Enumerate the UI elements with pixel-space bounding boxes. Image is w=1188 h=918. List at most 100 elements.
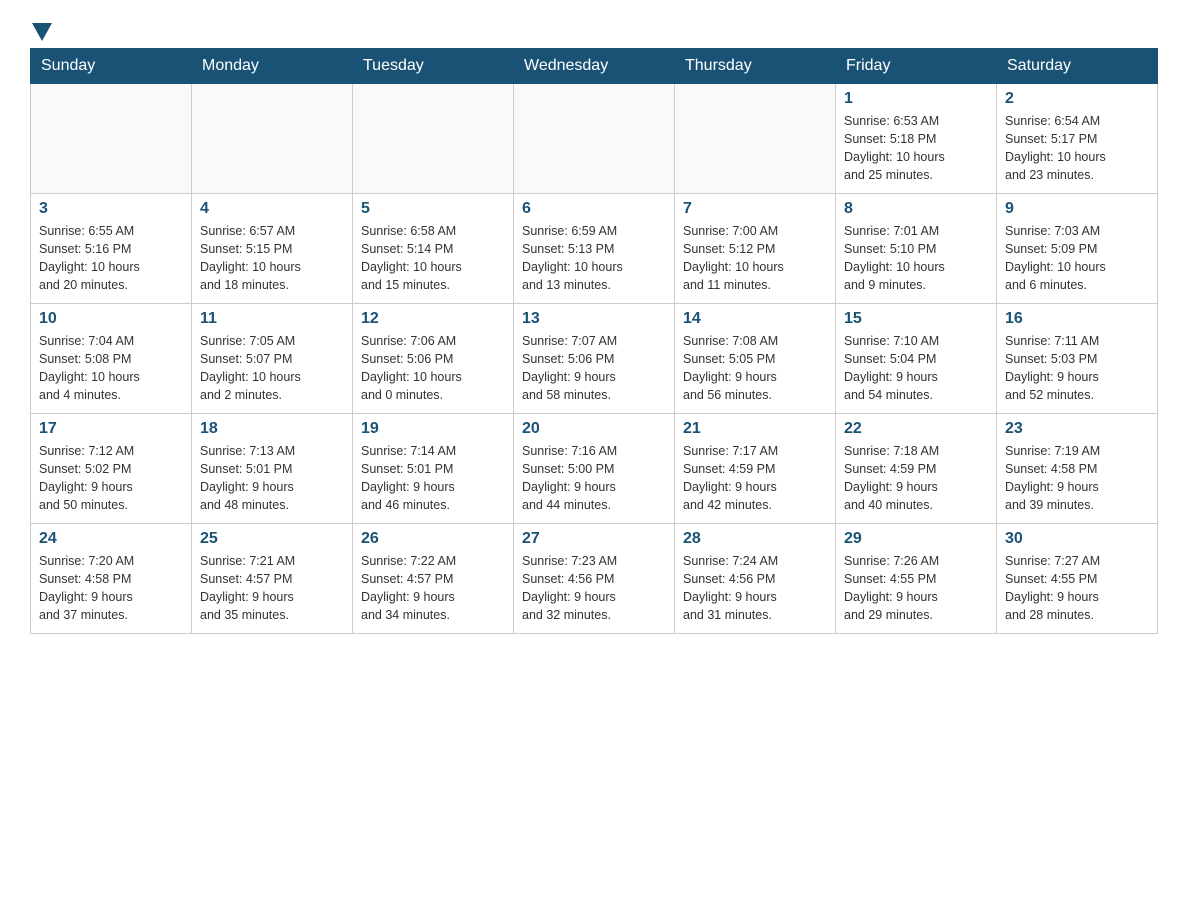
calendar-cell [192, 84, 353, 194]
logo [30, 20, 52, 38]
day-number: 28 [683, 530, 827, 548]
day-number: 29 [844, 530, 988, 548]
day-number: 23 [1005, 420, 1149, 438]
day-info: Sunrise: 7:19 AMSunset: 4:58 PMDaylight:… [1005, 442, 1149, 515]
week-row-5: 24 Sunrise: 7:20 AMSunset: 4:58 PMDayligh… [31, 524, 1158, 634]
calendar-cell: 19 Sunrise: 7:14 AMSunset: 5:01 PMDayligh… [353, 414, 514, 524]
day-info: Sunrise: 7:14 AMSunset: 5:01 PMDaylight:… [361, 442, 505, 515]
weekday-header-saturday: Saturday [997, 49, 1158, 84]
calendar-cell: 14 Sunrise: 7:08 AMSunset: 5:05 PMDayligh… [675, 304, 836, 414]
day-info: Sunrise: 7:21 AMSunset: 4:57 PMDaylight:… [200, 552, 344, 625]
day-info: Sunrise: 6:53 AMSunset: 5:18 PMDaylight:… [844, 112, 988, 185]
calendar-cell: 26 Sunrise: 7:22 AMSunset: 4:57 PMDayligh… [353, 524, 514, 634]
day-number: 7 [683, 200, 827, 218]
day-info: Sunrise: 7:22 AMSunset: 4:57 PMDaylight:… [361, 552, 505, 625]
calendar-cell: 4 Sunrise: 6:57 AMSunset: 5:15 PMDaylight… [192, 194, 353, 304]
calendar-cell: 24 Sunrise: 7:20 AMSunset: 4:58 PMDayligh… [31, 524, 192, 634]
calendar-cell: 29 Sunrise: 7:26 AMSunset: 4:55 PMDayligh… [836, 524, 997, 634]
calendar-cell: 30 Sunrise: 7:27 AMSunset: 4:55 PMDayligh… [997, 524, 1158, 634]
day-info: Sunrise: 6:54 AMSunset: 5:17 PMDaylight:… [1005, 112, 1149, 185]
calendar-cell: 23 Sunrise: 7:19 AMSunset: 4:58 PMDayligh… [997, 414, 1158, 524]
day-info: Sunrise: 7:08 AMSunset: 5:05 PMDaylight:… [683, 332, 827, 405]
calendar-table: SundayMondayTuesdayWednesdayThursdayFrid… [30, 48, 1158, 634]
weekday-header-sunday: Sunday [31, 49, 192, 84]
calendar-cell [514, 84, 675, 194]
day-info: Sunrise: 6:58 AMSunset: 5:14 PMDaylight:… [361, 222, 505, 295]
week-row-1: 1 Sunrise: 6:53 AMSunset: 5:18 PMDaylight… [31, 84, 1158, 194]
day-info: Sunrise: 7:01 AMSunset: 5:10 PMDaylight:… [844, 222, 988, 295]
day-number: 14 [683, 310, 827, 328]
day-info: Sunrise: 7:24 AMSunset: 4:56 PMDaylight:… [683, 552, 827, 625]
week-row-4: 17 Sunrise: 7:12 AMSunset: 5:02 PMDayligh… [31, 414, 1158, 524]
calendar-cell [31, 84, 192, 194]
day-number: 19 [361, 420, 505, 438]
day-info: Sunrise: 7:23 AMSunset: 4:56 PMDaylight:… [522, 552, 666, 625]
calendar-cell: 10Sunrise: 7:04 AMSunset: 5:08 PMDayligh… [31, 304, 192, 414]
day-info: Sunrise: 7:20 AMSunset: 4:58 PMDaylight:… [39, 552, 183, 625]
day-info: Sunrise: 7:16 AMSunset: 5:00 PMDaylight:… [522, 442, 666, 515]
day-number: 21 [683, 420, 827, 438]
day-number: 6 [522, 200, 666, 218]
logo-triangle-icon [32, 23, 52, 41]
day-number: 25 [200, 530, 344, 548]
calendar-cell [675, 84, 836, 194]
day-number: 24 [39, 530, 183, 548]
day-number: 17 [39, 420, 183, 438]
calendar-cell [353, 84, 514, 194]
day-info: Sunrise: 7:11 AMSunset: 5:03 PMDaylight:… [1005, 332, 1149, 405]
day-info: Sunrise: 6:55 AMSunset: 5:16 PMDaylight:… [39, 222, 183, 295]
day-number: 18 [200, 420, 344, 438]
day-info: Sunrise: 7:17 AMSunset: 4:59 PMDaylight:… [683, 442, 827, 515]
day-number: 2 [1005, 90, 1149, 108]
day-info: Sunrise: 7:27 AMSunset: 4:55 PMDaylight:… [1005, 552, 1149, 625]
calendar-cell: 11Sunrise: 7:05 AMSunset: 5:07 PMDayligh… [192, 304, 353, 414]
calendar-cell: 27 Sunrise: 7:23 AMSunset: 4:56 PMDayligh… [514, 524, 675, 634]
calendar-cell: 7Sunrise: 7:00 AMSunset: 5:12 PMDaylight… [675, 194, 836, 304]
day-number: 20 [522, 420, 666, 438]
weekday-header-thursday: Thursday [675, 49, 836, 84]
day-number: 16 [1005, 310, 1149, 328]
day-info: Sunrise: 6:57 AMSunset: 5:15 PMDaylight:… [200, 222, 344, 295]
day-number: 30 [1005, 530, 1149, 548]
day-info: Sunrise: 7:18 AMSunset: 4:59 PMDaylight:… [844, 442, 988, 515]
day-number: 26 [361, 530, 505, 548]
day-number: 1 [844, 90, 988, 108]
calendar-cell: 13Sunrise: 7:07 AMSunset: 5:06 PMDayligh… [514, 304, 675, 414]
day-info: Sunrise: 7:10 AMSunset: 5:04 PMDaylight:… [844, 332, 988, 405]
day-info: Sunrise: 6:59 AMSunset: 5:13 PMDaylight:… [522, 222, 666, 295]
day-info: Sunrise: 7:26 AMSunset: 4:55 PMDaylight:… [844, 552, 988, 625]
day-info: Sunrise: 7:04 AMSunset: 5:08 PMDaylight:… [39, 332, 183, 405]
day-info: Sunrise: 7:13 AMSunset: 5:01 PMDaylight:… [200, 442, 344, 515]
calendar-cell: 9Sunrise: 7:03 AMSunset: 5:09 PMDaylight… [997, 194, 1158, 304]
week-row-2: 3Sunrise: 6:55 AMSunset: 5:16 PMDaylight… [31, 194, 1158, 304]
day-number: 8 [844, 200, 988, 218]
calendar-cell: 8 Sunrise: 7:01 AMSunset: 5:10 PMDaylight… [836, 194, 997, 304]
calendar-cell: 3Sunrise: 6:55 AMSunset: 5:16 PMDaylight… [31, 194, 192, 304]
weekday-header-friday: Friday [836, 49, 997, 84]
day-number: 15 [844, 310, 988, 328]
weekday-header-monday: Monday [192, 49, 353, 84]
day-info: Sunrise: 7:05 AMSunset: 5:07 PMDaylight:… [200, 332, 344, 405]
calendar-cell: 15 Sunrise: 7:10 AMSunset: 5:04 PMDayligh… [836, 304, 997, 414]
day-number: 27 [522, 530, 666, 548]
calendar-cell: 17 Sunrise: 7:12 AMSunset: 5:02 PMDayligh… [31, 414, 192, 524]
calendar-cell: 5 Sunrise: 6:58 AMSunset: 5:14 PMDaylight… [353, 194, 514, 304]
day-info: Sunrise: 7:07 AMSunset: 5:06 PMDaylight:… [522, 332, 666, 405]
calendar-cell: 1 Sunrise: 6:53 AMSunset: 5:18 PMDaylight… [836, 84, 997, 194]
calendar-cell: 22 Sunrise: 7:18 AMSunset: 4:59 PMDayligh… [836, 414, 997, 524]
day-number: 12 [361, 310, 505, 328]
calendar-cell: 6 Sunrise: 6:59 AMSunset: 5:13 PMDaylight… [514, 194, 675, 304]
calendar-cell: 18 Sunrise: 7:13 AMSunset: 5:01 PMDayligh… [192, 414, 353, 524]
day-info: Sunrise: 7:12 AMSunset: 5:02 PMDaylight:… [39, 442, 183, 515]
day-number: 5 [361, 200, 505, 218]
weekday-header-wednesday: Wednesday [514, 49, 675, 84]
calendar-cell: 25 Sunrise: 7:21 AMSunset: 4:57 PMDayligh… [192, 524, 353, 634]
day-info: Sunrise: 7:06 AMSunset: 5:06 PMDaylight:… [361, 332, 505, 405]
calendar-cell: 28 Sunrise: 7:24 AMSunset: 4:56 PMDayligh… [675, 524, 836, 634]
week-row-3: 10Sunrise: 7:04 AMSunset: 5:08 PMDayligh… [31, 304, 1158, 414]
page-header [30, 20, 1158, 38]
day-number: 4 [200, 200, 344, 218]
calendar-cell: 21 Sunrise: 7:17 AMSunset: 4:59 PMDayligh… [675, 414, 836, 524]
calendar-cell: 16 Sunrise: 7:11 AMSunset: 5:03 PMDayligh… [997, 304, 1158, 414]
day-number: 22 [844, 420, 988, 438]
